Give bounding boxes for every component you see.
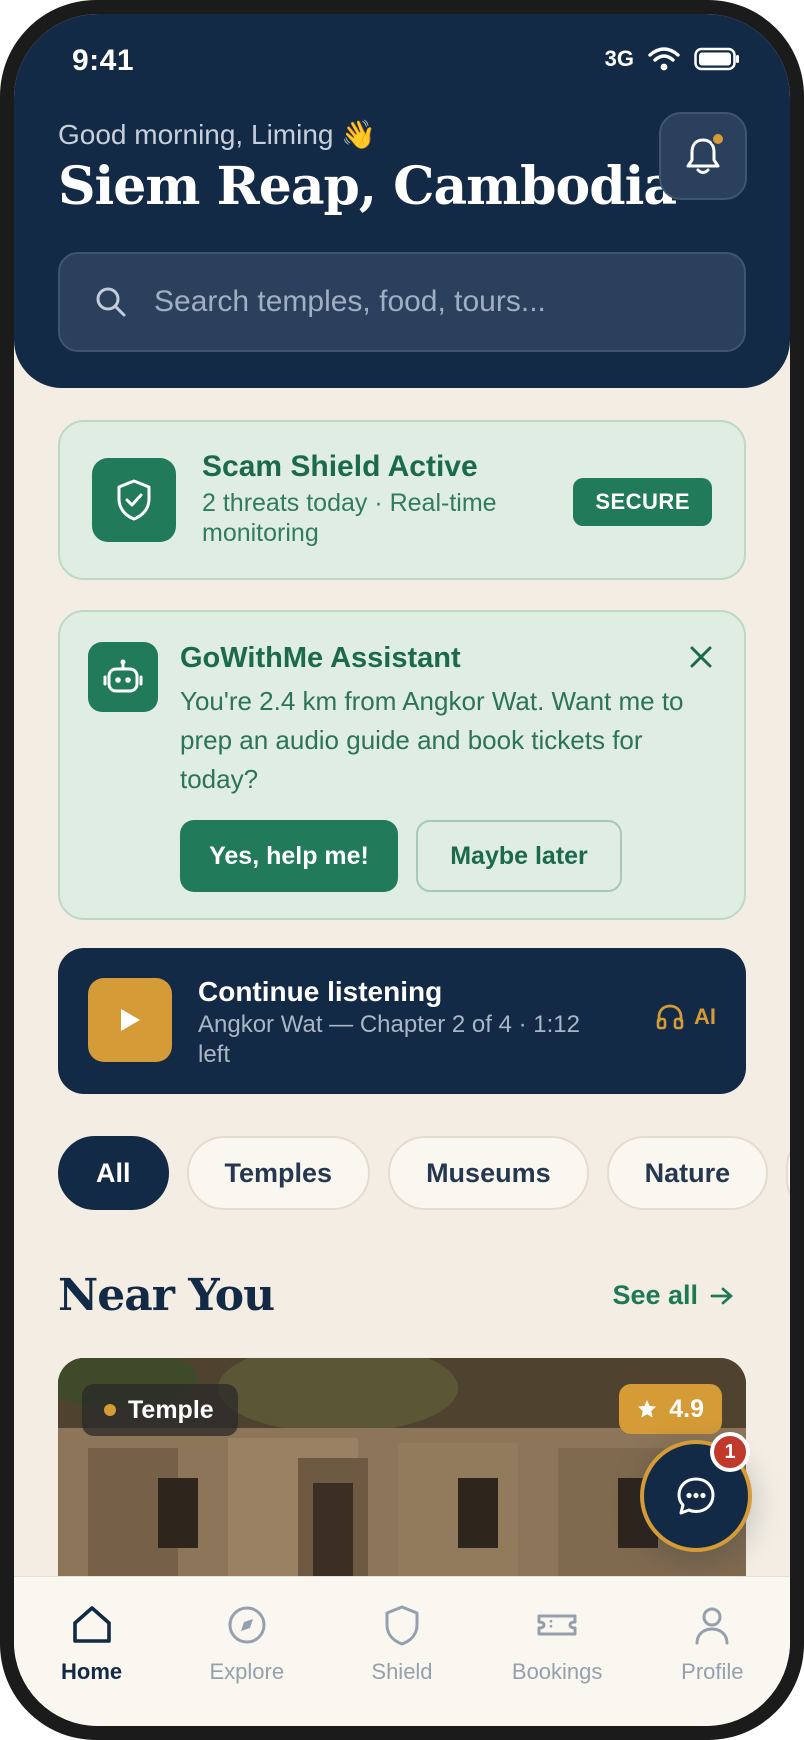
assistant-message: You're 2.4 km from Angkor Wat. Want me t… <box>180 686 684 794</box>
nav-home[interactable]: Home <box>14 1577 169 1726</box>
shield-title: Scam Shield Active <box>202 450 478 483</box>
continue-listening-card[interactable]: Continue listening Angkor Wat — Chapter … <box>58 948 746 1094</box>
nav-bookings[interactable]: Bookings <box>480 1577 635 1726</box>
screen: 9:41 3G Good morning, Liming 👋 Siem Reap… <box>14 14 790 1726</box>
play-icon <box>121 1009 140 1031</box>
notifications-button[interactable] <box>659 112 747 200</box>
scam-shield-card[interactable]: Scam Shield Active 2 threats today · Rea… <box>58 420 746 580</box>
nav-shield-label: Shield <box>371 1659 433 1684</box>
robot-icon <box>88 642 158 712</box>
assistant-card: GoWithMe Assistant You're 2.4 km from An… <box>58 610 746 920</box>
nav-profile-label: Profile <box>681 1659 744 1684</box>
phone-frame: 9:41 3G Good morning, Liming 👋 Siem Reap… <box>0 0 804 1740</box>
chip-all[interactable]: All <box>58 1136 169 1210</box>
chip-nature[interactable]: Nature <box>606 1136 769 1210</box>
ticket-icon <box>537 1614 577 1636</box>
notification-dot <box>711 132 725 146</box>
category-tag: Temple <box>82 1384 238 1436</box>
status-badge: SECURE <box>573 478 712 526</box>
section-title: Near You <box>58 1270 275 1321</box>
wifi-icon <box>648 47 680 71</box>
bottom-nav: Home Explore Shield Bookings Profile <box>14 1576 790 1726</box>
page-title: Siem Reap, Cambodia <box>58 156 677 217</box>
nav-bookings-label: Bookings <box>511 1659 603 1684</box>
arrow-right-icon <box>710 1287 733 1304</box>
category-tag-label: Temple <box>128 1395 214 1424</box>
rating-badge: 4.9 <box>619 1384 722 1434</box>
status-time: 9:41 <box>72 44 135 77</box>
chip-temples[interactable]: Temples <box>186 1136 371 1210</box>
ai-label: AI <box>694 1004 716 1029</box>
tag-dot <box>104 1404 116 1416</box>
listening-subtitle: Angkor Wat — Chapter 2 of 4 · 1:12 left <box>198 1011 580 1068</box>
nav-profile[interactable]: Profile <box>635 1577 790 1726</box>
chat-badge: 1 <box>710 1432 750 1472</box>
network-label: 3G <box>604 46 634 71</box>
nav-home-label: Home <box>61 1659 123 1684</box>
search-bar[interactable] <box>58 252 746 352</box>
ai-audio-tag: AI <box>656 1004 716 1030</box>
chat-bubble-icon <box>677 1477 715 1515</box>
shield-icon <box>385 1605 419 1646</box>
battery-icon <box>694 47 739 71</box>
see-all-link[interactable]: See all <box>612 1280 734 1311</box>
close-icon[interactable] <box>686 642 716 672</box>
play-button[interactable] <box>88 978 172 1062</box>
nav-shield[interactable]: Shield <box>324 1577 479 1726</box>
status-bar-right: 3G <box>605 46 740 72</box>
shield-check-icon <box>92 458 176 542</box>
nav-explore-label: Explore <box>209 1659 285 1684</box>
rating-value: 4.9 <box>669 1394 704 1423</box>
category-chips: All Temples Museums Nature <box>58 1136 790 1212</box>
listening-title: Continue listening <box>198 976 443 1007</box>
shield-subtitle: 2 threats today · Real-time monitoring <box>202 489 497 547</box>
greeting: Good morning, Liming 👋 <box>58 119 377 150</box>
maybe-later-button[interactable]: Maybe later <box>416 820 622 892</box>
chip-more[interactable] <box>786 1136 790 1210</box>
star-icon <box>638 1400 657 1418</box>
assistant-title: GoWithMe Assistant <box>180 642 461 674</box>
search-icon <box>96 287 126 317</box>
see-all-label: See all <box>612 1280 698 1310</box>
header: 9:41 3G Good morning, Liming 👋 Siem Reap… <box>14 14 790 388</box>
chip-museums[interactable]: Museums <box>388 1136 589 1210</box>
compass-icon <box>228 1606 266 1644</box>
home-icon <box>72 1606 111 1643</box>
search-input[interactable] <box>154 285 714 319</box>
headphones-icon <box>656 1004 684 1030</box>
nav-explore[interactable]: Explore <box>169 1577 324 1726</box>
user-icon <box>695 1607 729 1645</box>
accept-help-button[interactable]: Yes, help me! <box>180 820 398 892</box>
